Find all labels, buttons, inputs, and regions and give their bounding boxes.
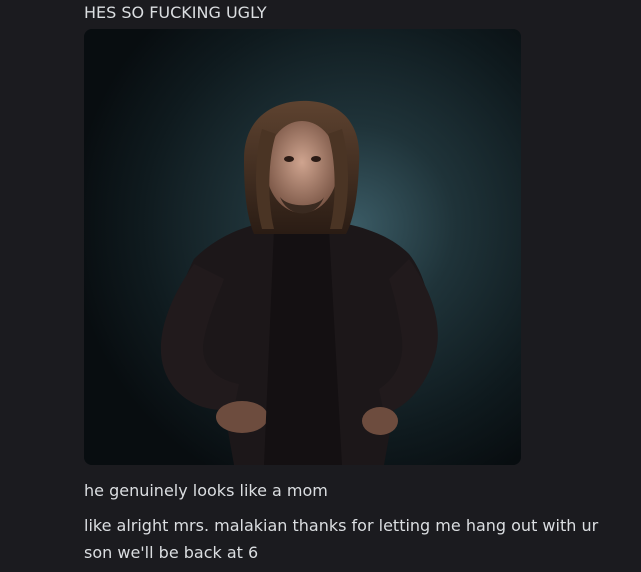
photo-icon bbox=[84, 29, 521, 465]
message-text: HES SO FUCKING UGLY bbox=[84, 3, 267, 22]
image-attachment[interactable] bbox=[84, 29, 521, 465]
message-text: like alright mrs. malakian thanks for le… bbox=[84, 516, 599, 562]
message-text: he genuinely looks like a mom bbox=[84, 481, 328, 500]
